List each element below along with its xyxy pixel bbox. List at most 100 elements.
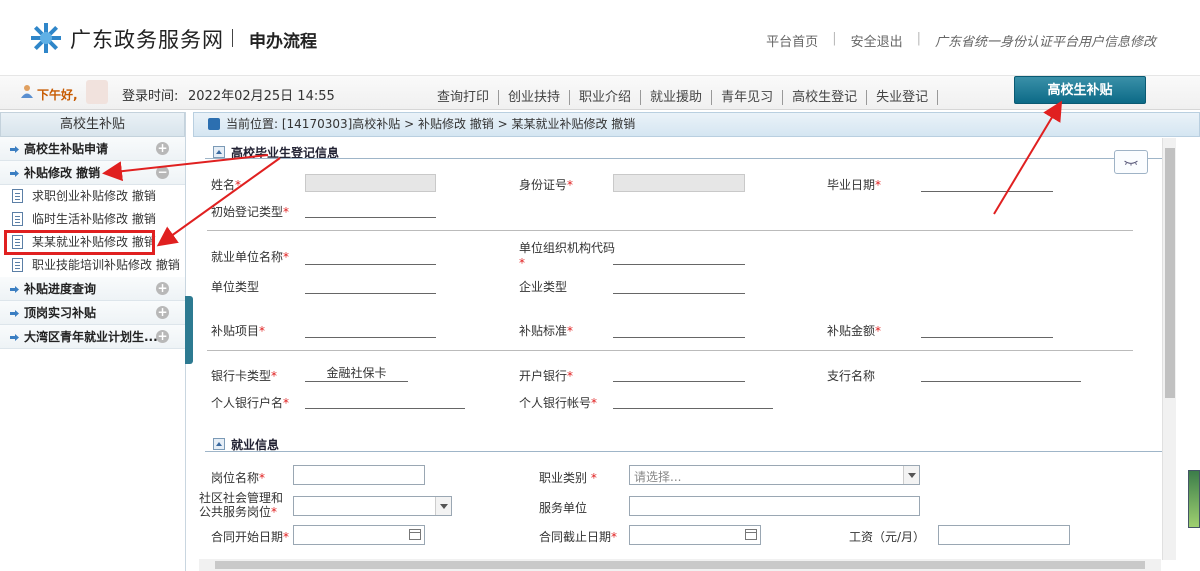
sidebar-section-gba[interactable]: 大湾区青年就业计划生... + xyxy=(0,325,185,349)
label-account-name: 个人银行户名* xyxy=(211,396,290,410)
initial-reg-type-field[interactable] xyxy=(305,200,436,218)
main-panel: 当前位置: [14170303]高校补贴 > 补贴修改 撤销 > 某某就业补贴修… xyxy=(193,112,1200,571)
label-community-post: 社区社会管理和 公共服务岗位* xyxy=(199,491,284,519)
profile-edit-link[interactable]: 广东省统一身份认证平台用户信息修改 xyxy=(935,31,1156,50)
sidebar-section-label: 补贴进度查询 xyxy=(24,282,97,296)
label-branch: 支行名称 xyxy=(827,369,876,383)
sidebar-section-label: 顶岗实习补贴 xyxy=(24,306,97,320)
logout-link[interactable]: 安全退出 xyxy=(851,31,903,50)
branch-field[interactable] xyxy=(921,364,1081,382)
enterprise-type-field[interactable] xyxy=(613,276,745,294)
sidebar-section-label: 高校生补贴申请 xyxy=(24,142,109,156)
tab-graduate-subsidy[interactable]: 高校生补贴 xyxy=(1014,76,1146,104)
scroll-thumb[interactable] xyxy=(1165,148,1175,398)
position-input[interactable] xyxy=(293,465,425,485)
expand-icon[interactable]: + xyxy=(156,330,169,343)
account-name-field[interactable] xyxy=(305,391,465,409)
name-field[interactable] xyxy=(305,174,436,192)
horizontal-scrollbar[interactable] xyxy=(199,559,1161,571)
bank-card-type-field[interactable]: 金融社保卡 xyxy=(305,364,408,382)
user-icon xyxy=(21,85,33,98)
grad-date-field[interactable] xyxy=(921,174,1053,192)
site-header: 广东政务服务网 申办流程 平台首页 | 安全退出 | 广东省统一身份认证平台用户… xyxy=(0,0,1200,76)
link-separator: | xyxy=(916,31,921,46)
nav-query-print[interactable]: 查询打印 xyxy=(428,90,500,105)
site-title: 广东政务服务网 xyxy=(70,28,224,52)
section-divider xyxy=(205,451,1163,452)
contract-end-input[interactable] xyxy=(629,525,761,545)
expand-icon[interactable]: + xyxy=(156,142,169,155)
nav-job-intro[interactable]: 职业介绍 xyxy=(570,90,642,105)
sidebar-item-employment[interactable]: 某某就业补贴修改 撤销 xyxy=(4,230,156,255)
label-org-code: 单位组织机构代码 * xyxy=(519,241,616,270)
sidebar-collapse-handle[interactable] xyxy=(185,296,193,364)
expand-icon[interactable]: + xyxy=(156,306,169,319)
sidebar-item-label: 临时生活补贴修改 撤销 xyxy=(32,212,156,226)
sidebar-item-job-startup[interactable]: 求职创业补贴修改 撤销 xyxy=(0,185,185,208)
contract-start-input[interactable] xyxy=(293,525,425,545)
label-grad-date: 毕业日期* xyxy=(827,178,882,192)
chevron-down-icon[interactable] xyxy=(903,466,919,484)
occupation-placeholder: 请选择... xyxy=(634,470,682,484)
login-time-label: 登录时间: xyxy=(122,89,179,104)
breadcrumb: 当前位置: [14170303]高校补贴 > 补贴修改 撤销 > 某某就业补贴修… xyxy=(193,112,1200,137)
top-links: 平台首页 | 安全退出 | 广东省统一身份认证平台用户信息修改 xyxy=(766,31,1156,50)
sidebar-title: 高校生补贴 xyxy=(0,112,185,137)
arrow-right-icon xyxy=(10,286,19,293)
service-unit-input[interactable] xyxy=(629,496,920,516)
eye-closed-icon[interactable] xyxy=(1114,150,1148,174)
section-divider xyxy=(205,158,1163,159)
collapse-section-icon[interactable] xyxy=(213,146,225,158)
nav-graduate-registration[interactable]: 高校生登记 xyxy=(783,90,868,105)
id-number-field[interactable] xyxy=(613,174,745,192)
label-subsidy-standard: 补贴标准* xyxy=(519,324,574,338)
label-contract-end: 合同截止日期* xyxy=(539,530,618,544)
sidebar-section-modify[interactable]: 补贴修改 撤销 − xyxy=(0,161,185,185)
sidebar-item-label: 求职创业补贴修改 撤销 xyxy=(32,189,156,203)
arrow-right-icon xyxy=(10,146,19,153)
subsidy-amount-field[interactable] xyxy=(921,320,1053,338)
subsidy-standard-field[interactable] xyxy=(613,320,745,338)
vertical-scrollbar[interactable] xyxy=(1162,138,1176,560)
login-time-value: 2022年02月25日 14:55 xyxy=(188,89,335,104)
row-divider xyxy=(207,230,1133,231)
label-bank-card-type: 银行卡类型* xyxy=(211,369,278,383)
label-bank: 开户银行* xyxy=(519,369,574,383)
sidebar-section-label: 补贴修改 撤销 xyxy=(24,166,101,180)
label-initial-reg-type: 初始登记类型* xyxy=(211,205,290,219)
label-account-number: 个人银行帐号* xyxy=(519,396,598,410)
label-occupation: 职业类别 * xyxy=(539,471,597,485)
collapse-icon[interactable]: − xyxy=(156,166,169,179)
sidebar-item-label: 某某就业补贴修改 撤销 xyxy=(32,235,156,249)
sidebar-section-progress[interactable]: 补贴进度查询 + xyxy=(0,277,185,301)
subsidy-item-field[interactable] xyxy=(305,320,436,338)
home-link[interactable]: 平台首页 xyxy=(766,31,818,50)
section-title: 就业信息 xyxy=(231,438,280,452)
collapse-section-icon[interactable] xyxy=(213,438,225,450)
expand-icon[interactable]: + xyxy=(156,282,169,295)
calendar-icon[interactable] xyxy=(745,529,757,540)
occupation-select[interactable]: 请选择... xyxy=(629,465,920,485)
bank-field[interactable] xyxy=(613,364,745,382)
sidebar-section-internship[interactable]: 顶岗实习补贴 + xyxy=(0,301,185,325)
account-number-field[interactable] xyxy=(613,391,773,409)
hscroll-thumb[interactable] xyxy=(215,561,1145,569)
nav-unemployment-registration[interactable]: 失业登记 xyxy=(867,90,939,105)
org-code-field[interactable] xyxy=(613,247,745,265)
breadcrumb-text: 当前位置: [14170303]高校补贴 > 补贴修改 撤销 > 某某就业补贴修… xyxy=(226,117,636,131)
employer-name-field[interactable] xyxy=(305,247,436,265)
nav-employment-aid[interactable]: 就业援助 xyxy=(641,90,713,105)
arrow-right-icon xyxy=(10,170,19,177)
community-post-select[interactable] xyxy=(293,496,452,516)
sidebar-item-training[interactable]: 职业技能培训补贴修改 撤销 xyxy=(0,254,185,277)
label-enterprise-type: 企业类型 xyxy=(519,280,568,294)
sidebar-section-apply[interactable]: 高校生补贴申请 + xyxy=(0,137,185,161)
unit-type-field[interactable] xyxy=(305,276,436,294)
side-widget[interactable] xyxy=(1188,470,1200,528)
sidebar-item-living[interactable]: 临时生活补贴修改 撤销 xyxy=(0,208,185,231)
nav-youth-internship[interactable]: 青年见习 xyxy=(712,90,784,105)
nav-entrepreneurship[interactable]: 创业扶持 xyxy=(499,90,571,105)
chevron-down-icon[interactable] xyxy=(435,497,451,515)
calendar-icon[interactable] xyxy=(409,529,421,540)
salary-input[interactable] xyxy=(938,525,1070,545)
